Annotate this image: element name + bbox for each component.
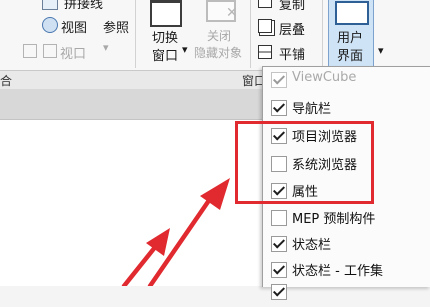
annotation-arrows bbox=[121, 178, 230, 286]
annotation-arrow-shaft-2 bbox=[121, 243, 159, 286]
checkbox-checked-icon[interactable] bbox=[271, 284, 287, 300]
